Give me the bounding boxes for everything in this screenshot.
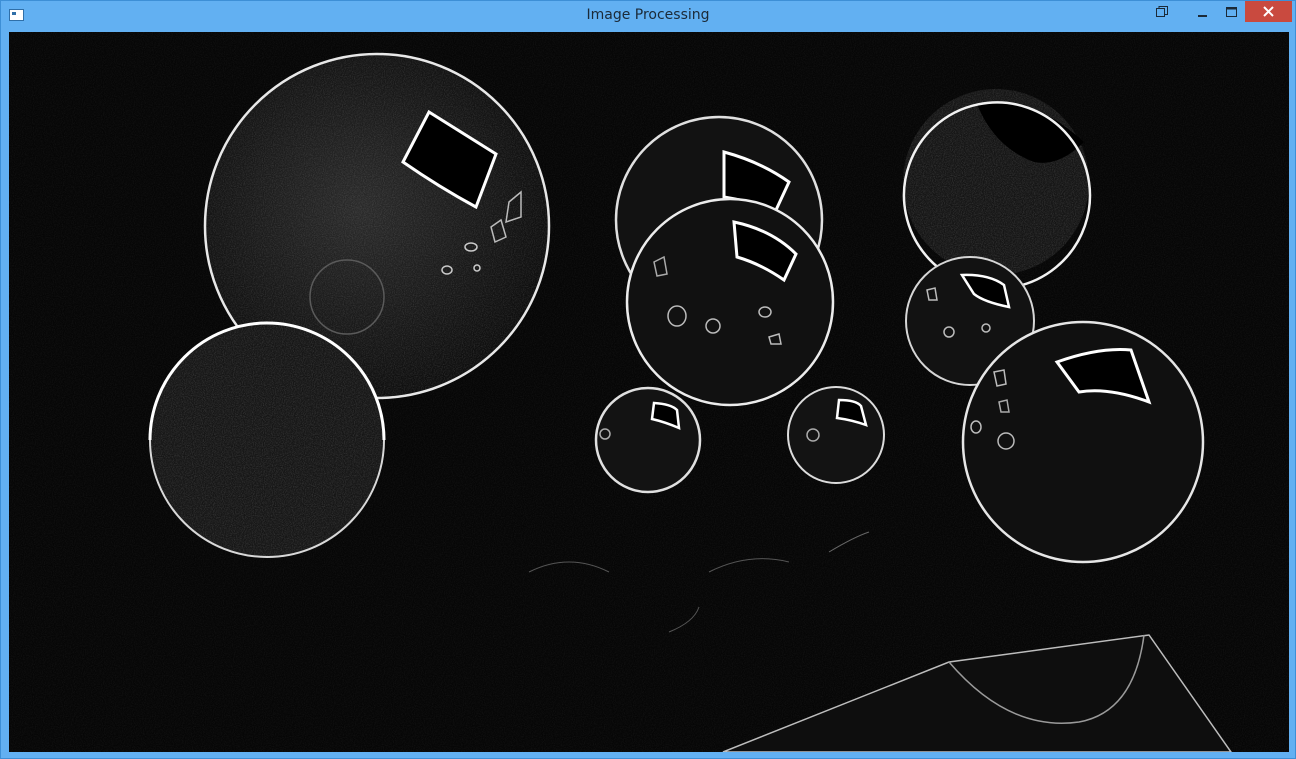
restore-icon bbox=[1156, 6, 1168, 17]
sphere-small-center-right bbox=[787, 386, 885, 484]
sphere-right-large bbox=[961, 320, 1205, 564]
maximize-icon bbox=[1225, 6, 1237, 17]
title-bar[interactable]: Image Processing bbox=[1, 1, 1295, 31]
sphere-front-center bbox=[625, 197, 835, 407]
minimize-button[interactable] bbox=[1188, 1, 1218, 22]
edge-detected-image bbox=[9, 32, 1289, 752]
window-title: Image Processing bbox=[586, 7, 710, 23]
close-icon bbox=[1263, 6, 1274, 17]
close-button[interactable] bbox=[1245, 1, 1292, 22]
image-canvas[interactable] bbox=[9, 32, 1289, 752]
sphere-small-center-left bbox=[594, 386, 702, 494]
app-window: Image Processing bbox=[0, 0, 1296, 759]
minimize-icon bbox=[1198, 14, 1207, 17]
maximize-button[interactable] bbox=[1216, 1, 1246, 22]
restore-button[interactable] bbox=[1147, 1, 1177, 22]
